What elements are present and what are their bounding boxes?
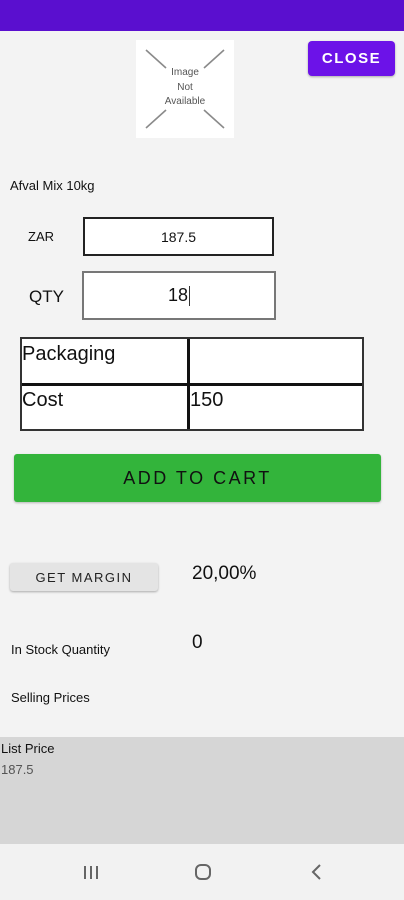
image-placeholder-text: Image Not Available xyxy=(164,67,206,107)
recent-apps-icon[interactable] xyxy=(76,862,106,882)
add-to-cart-button[interactable]: ADD TO CART xyxy=(14,454,381,502)
packaging-cost-table: Packaging Cost 150 xyxy=(20,337,364,431)
qty-label: QTY xyxy=(29,287,64,306)
text-caret xyxy=(189,285,191,306)
product-name: Afval Mix 10kg xyxy=(10,178,95,193)
home-icon[interactable] xyxy=(188,862,218,882)
qty-value: 18 xyxy=(167,285,189,305)
list-price-panel: List Price 187.5 xyxy=(0,737,404,844)
close-button[interactable]: CLOSE xyxy=(308,41,395,76)
system-navigation-bar xyxy=(0,844,404,900)
cost-label: Cost xyxy=(22,389,64,411)
in-stock-quantity-label: In Stock Quantity xyxy=(11,642,110,657)
packaging-label: Packaging xyxy=(22,343,116,365)
back-icon[interactable] xyxy=(302,862,332,882)
status-bar xyxy=(0,0,404,31)
get-margin-button[interactable]: GET MARGIN xyxy=(10,563,158,591)
price-field[interactable]: 187.5 xyxy=(83,217,274,256)
table-column-divider xyxy=(187,339,190,429)
currency-label: ZAR xyxy=(28,229,54,244)
table-row-divider xyxy=(22,383,362,386)
list-price-label: List Price xyxy=(1,741,55,756)
list-price-value: 187.5 xyxy=(1,762,34,777)
margin-value: 20,00% xyxy=(192,563,257,584)
price-value: 187.5 xyxy=(160,228,197,245)
qty-field[interactable]: 18 xyxy=(82,271,276,320)
selling-prices-label: Selling Prices xyxy=(11,690,90,705)
product-image-placeholder: Image Not Available xyxy=(136,40,234,138)
cost-value: 150 xyxy=(190,389,224,411)
in-stock-quantity-value: 0 xyxy=(192,632,203,653)
